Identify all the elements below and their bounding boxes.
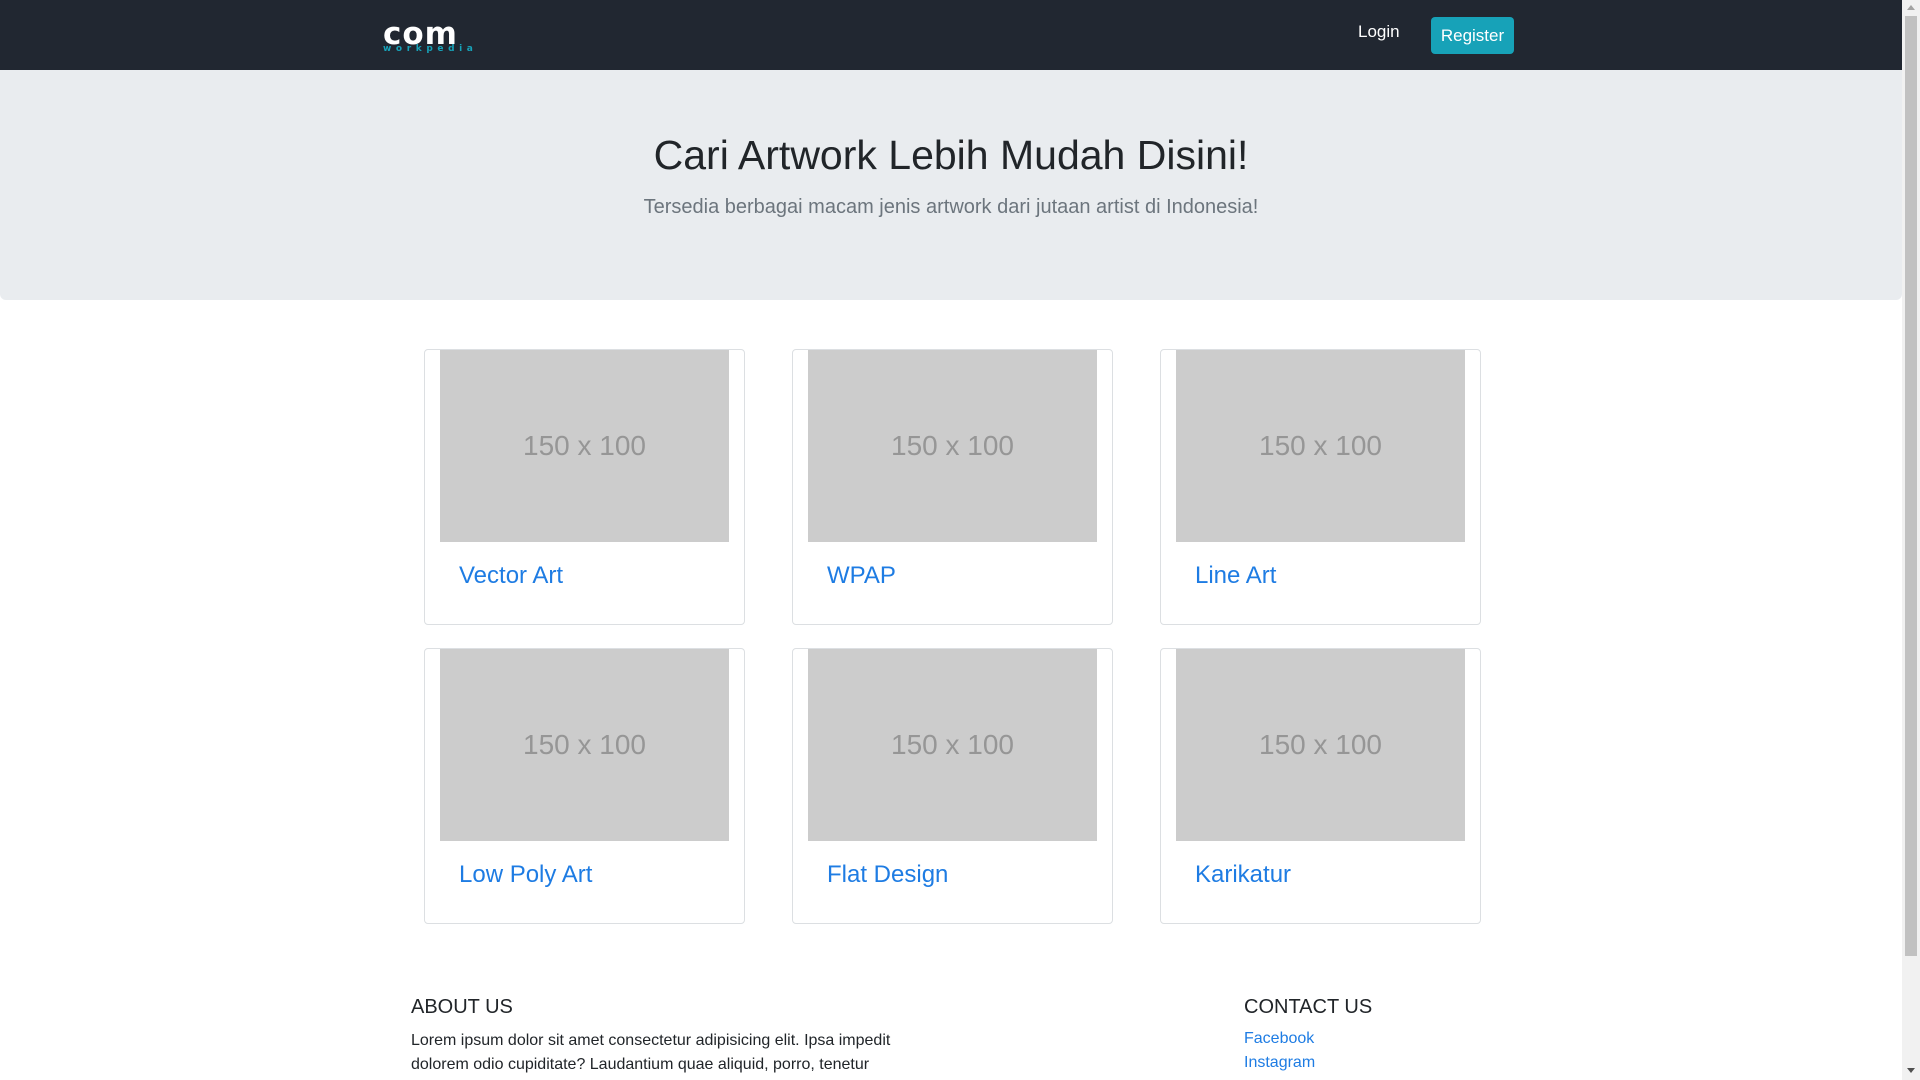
about-text: Lorem ipsum dolor sit amet consectetur a… <box>411 1032 891 1073</box>
page: com workpedia Login Register Cari Artwor… <box>0 0 1902 1080</box>
card-image-label: 150 x 100 <box>1259 430 1382 461</box>
scroll-up-arrow-icon[interactable] <box>1907 5 1915 10</box>
category-card-line-art[interactable]: 150 x 100 Line Art <box>1160 349 1481 625</box>
hero-title: Cari Artwork Lebih Mudah Disini! <box>653 132 1249 178</box>
card-image-placeholder: 150 x 100 <box>808 649 1097 841</box>
about-heading: ABOUT US <box>411 996 513 1018</box>
card-image-label: 150 x 100 <box>1259 729 1382 760</box>
card-image-placeholder: 150 x 100 <box>440 649 729 841</box>
login-link[interactable]: Login <box>1358 22 1400 42</box>
card-title[interactable]: WPAP <box>827 562 896 590</box>
card-title[interactable]: Line Art <box>1195 562 1276 590</box>
vertical-scrollbar[interactable] <box>1902 0 1920 1080</box>
category-card-flat-design[interactable]: 150 x 100 Flat Design <box>792 648 1113 924</box>
card-title[interactable]: Vector Art <box>459 562 563 590</box>
card-image-placeholder: 150 x 100 <box>1176 649 1465 841</box>
card-image-label: 150 x 100 <box>523 729 646 760</box>
category-card-wpap[interactable]: 150 x 100 WPAP <box>792 349 1113 625</box>
contact-heading: CONTACT US <box>1244 996 1373 1018</box>
instagram-link[interactable]: Instagram <box>1244 1054 1315 1072</box>
card-title[interactable]: Flat Design <box>827 861 948 889</box>
card-image-label: 150 x 100 <box>891 430 1014 461</box>
facebook-link[interactable]: Facebook <box>1244 1030 1314 1048</box>
hero-lead: Tersedia berbagai macam jenis artwork da… <box>643 196 1259 218</box>
scrollbar-thumb[interactable] <box>1905 16 1917 956</box>
card-image-label: 150 x 100 <box>891 729 1014 760</box>
register-button[interactable]: Register <box>1431 17 1514 54</box>
card-image-placeholder: 150 x 100 <box>440 350 729 542</box>
scroll-down-arrow-icon[interactable] <box>1907 1068 1915 1073</box>
card-title[interactable]: Karikatur <box>1195 861 1291 889</box>
category-card-low-poly-art[interactable]: 150 x 100 Low Poly Art <box>424 648 745 924</box>
brand-logo-sub: workpedia <box>383 44 478 54</box>
card-image-placeholder: 150 x 100 <box>1176 350 1465 542</box>
card-title[interactable]: Low Poly Art <box>459 861 592 889</box>
hero-jumbotron: Cari Artwork Lebih Mudah Disini! Tersedi… <box>0 70 1902 300</box>
card-image-label: 150 x 100 <box>523 430 646 461</box>
category-card-karikatur[interactable]: 150 x 100 Karikatur <box>1160 648 1481 924</box>
card-image-placeholder: 150 x 100 <box>808 350 1097 542</box>
brand-logo[interactable]: com workpedia <box>383 16 479 56</box>
category-card-vector-art[interactable]: 150 x 100 Vector Art <box>424 349 745 625</box>
navbar: com workpedia Login Register <box>0 0 1902 70</box>
